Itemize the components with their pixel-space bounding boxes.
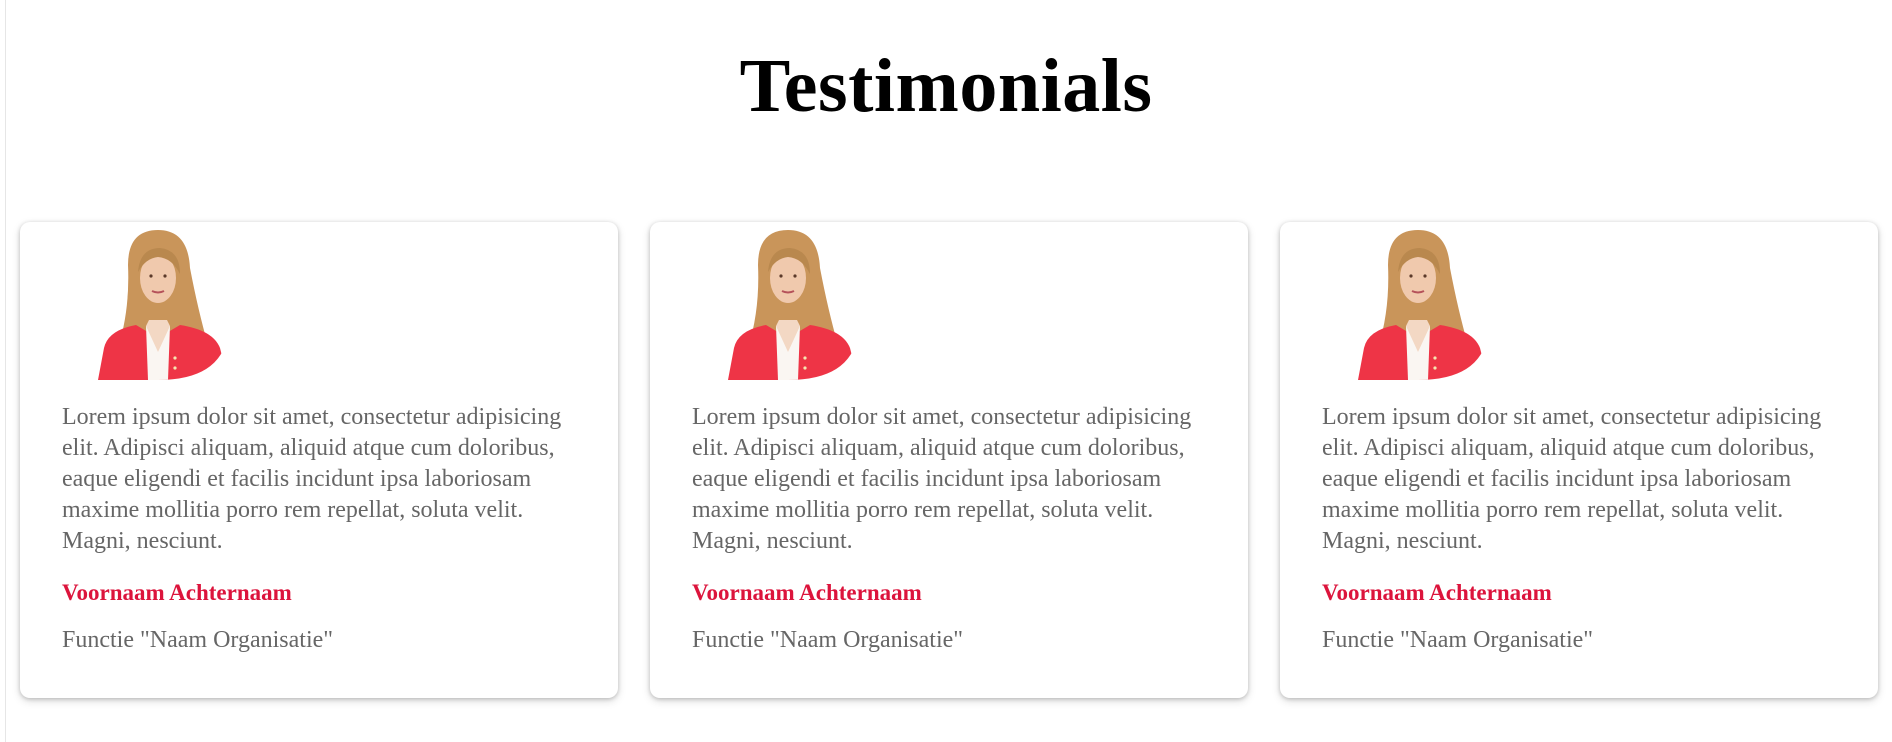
person-photo-icon [1358, 230, 1488, 380]
testimonial-name: Voornaam Achternaam [62, 580, 292, 605]
testimonial-quote: Lorem ipsum dolor sit amet, consectetur … [692, 404, 1192, 554]
testimonial-name: Voornaam Achternaam [692, 580, 922, 605]
testimonial-role: Functie "Naam Organisatie" [1322, 627, 1594, 653]
page-title: Testimonials [739, 44, 1153, 128]
testimonial-role: Functie "Naam Organisatie" [692, 627, 964, 653]
testimonial-card: Lorem ipsum dolor sit amet, consectetur … [1280, 222, 1878, 698]
testimonial-quote: Lorem ipsum dolor sit amet, consectetur … [1322, 404, 1822, 554]
person-photo-icon [98, 230, 228, 380]
testimonial-name: Voornaam Achternaam [1322, 580, 1552, 605]
person-photo-icon [728, 230, 858, 380]
testimonial-card: Lorem ipsum dolor sit amet, consectetur … [650, 222, 1248, 698]
testimonials-list: Lorem ipsum dolor sit amet, consectetur … [20, 222, 1878, 698]
avatar [1348, 230, 1488, 380]
testimonial-role: Functie "Naam Organisatie" [62, 627, 334, 653]
testimonial-card: Lorem ipsum dolor sit amet, consectetur … [20, 222, 618, 698]
avatar [88, 230, 228, 380]
avatar [718, 230, 858, 380]
testimonial-quote: Lorem ipsum dolor sit amet, consectetur … [62, 404, 562, 554]
